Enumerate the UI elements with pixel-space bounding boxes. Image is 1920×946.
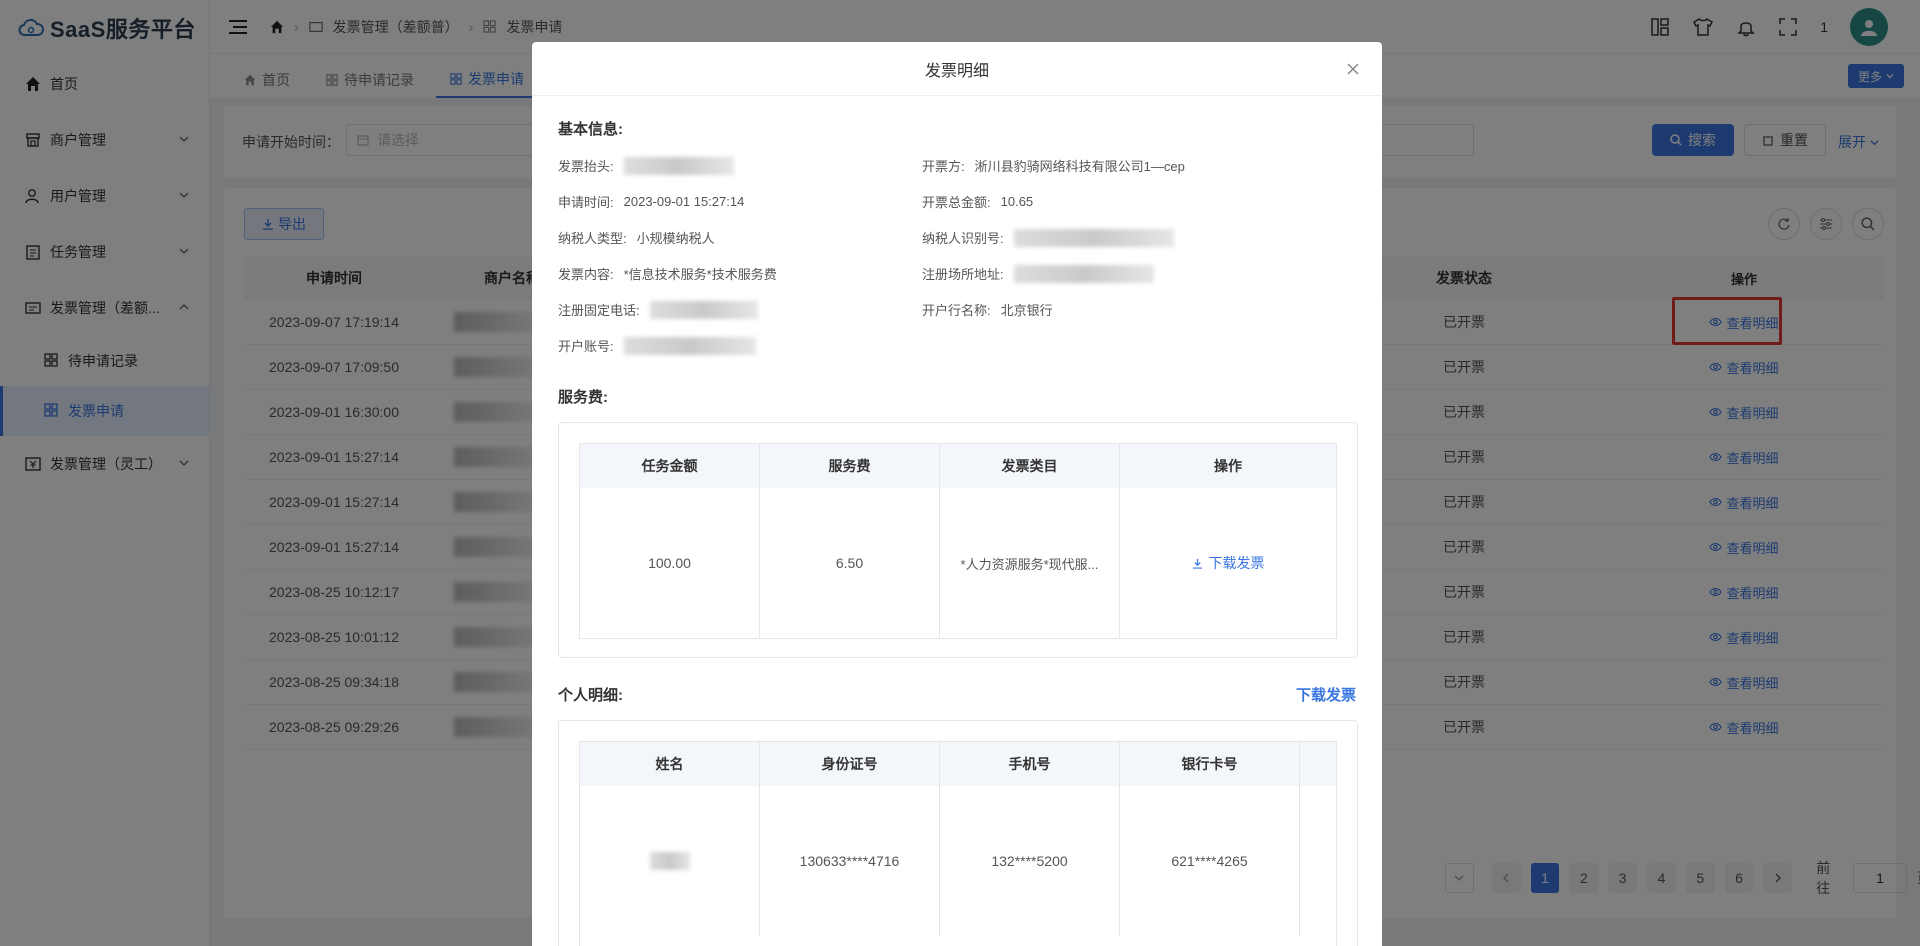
redacted-value xyxy=(623,336,756,355)
td-category: *人力资源服务*现代服... xyxy=(940,488,1120,638)
field-label: 发票内容: xyxy=(558,267,614,282)
td-phone: 132****5200 xyxy=(940,786,1120,936)
redacted-value xyxy=(1013,264,1154,283)
service-fee-title: 服务费: xyxy=(558,389,608,406)
invoice-detail-modal: 发票明细 基本信息: 发票抬头: 开票方: 淅川县豹骑网络科技有限公司1—cep… xyxy=(532,42,1382,946)
td-extra xyxy=(1300,786,1336,936)
modal-title: 发票明细 xyxy=(924,62,989,80)
field-total: 开票总金额: 10.65 xyxy=(922,192,1033,211)
download-icon xyxy=(1192,558,1202,569)
personal-table-header: 姓名 身份证号 手机号 银行卡号 xyxy=(580,742,1336,786)
field-label: 纳税人识别号: xyxy=(922,231,1004,246)
field-value: *信息技术服务*技术服务费 xyxy=(623,267,777,282)
th-task-amount: 任务金额 xyxy=(580,444,760,488)
personal-detail-title: 个人明细: xyxy=(558,687,623,704)
field-apply-time: 申请时间: 2023-09-01 15:27:14 xyxy=(558,192,744,211)
field-bank: 开户行名称: 北京银行 xyxy=(922,300,1053,319)
download-invoice-link[interactable]: 下载发票 xyxy=(1120,488,1336,638)
field-label: 发票抬头: xyxy=(558,159,614,174)
td-card-number: 621****4265 xyxy=(1120,786,1300,936)
th-service-fee: 服务费 xyxy=(760,444,940,488)
modal-body: 基本信息: 发票抬头: 开票方: 淅川县豹骑网络科技有限公司1—cep 申请时间… xyxy=(532,96,1382,946)
service-table-header: 任务金额 服务费 发票类目 操作 xyxy=(580,444,1336,488)
field-label: 开户行名称: xyxy=(922,303,991,318)
th-id-number: 身份证号 xyxy=(760,742,940,786)
close-icon[interactable] xyxy=(1344,60,1362,78)
redacted-value xyxy=(1013,228,1174,247)
field-issuer: 开票方: 淅川县豹骑网络科技有限公司1—cep xyxy=(922,156,1185,175)
personal-detail-card: 姓名 身份证号 手机号 银行卡号 130633****4716 132****5… xyxy=(558,720,1358,946)
redacted-value xyxy=(623,156,734,175)
field-label: 注册场所地址: xyxy=(922,267,1004,282)
td-service-fee: 6.50 xyxy=(760,488,940,638)
th-card-number: 银行卡号 xyxy=(1120,742,1300,786)
service-fee-table: 任务金额 服务费 发票类目 操作 100.00 6.50 *人力资源服务*现代服… xyxy=(579,443,1337,639)
field-value: 北京银行 xyxy=(1000,303,1053,318)
td-id-number: 130633****4716 xyxy=(760,786,940,936)
field-value: 10.65 xyxy=(1000,194,1034,209)
personal-detail-table: 姓名 身份证号 手机号 银行卡号 130633****4716 132****5… xyxy=(579,741,1337,946)
field-account: 开户账号: xyxy=(558,336,756,355)
redacted-value xyxy=(649,300,758,319)
field-taxpayer-type: 纳税人类型: 小规模纳税人 xyxy=(558,228,715,247)
redacted-value xyxy=(649,852,690,870)
field-value: 淅川县豹骑网络科技有限公司1—cep xyxy=(974,159,1185,174)
th-op: 操作 xyxy=(1214,458,1242,474)
service-fee-card: 任务金额 服务费 发票类目 操作 100.00 6.50 *人力资源服务*现代服… xyxy=(558,422,1358,658)
basic-info-title: 基本信息: xyxy=(558,121,623,138)
field-taxpayer-id: 纳税人识别号: xyxy=(922,228,1174,247)
field-value: 2023-09-01 15:27:14 xyxy=(623,194,745,209)
field-value: 小规模纳税人 xyxy=(636,231,715,246)
personal-table-row: 130633****4716 132****5200 621****4265 xyxy=(580,786,1336,936)
modal-header: 发票明细 xyxy=(532,42,1382,96)
field-invoice-title: 发票抬头: xyxy=(558,156,734,175)
th-phone: 手机号 xyxy=(940,742,1120,786)
field-label: 开票方: xyxy=(922,159,965,174)
th-name: 姓名 xyxy=(580,742,760,786)
field-label: 纳税人类型: xyxy=(558,231,627,246)
td-name xyxy=(580,786,760,936)
field-label: 申请时间: xyxy=(558,195,614,210)
field-label: 注册固定电话: xyxy=(558,303,640,318)
field-content: 发票内容: *信息技术服务*技术服务费 xyxy=(558,264,777,283)
field-label: 开票总金额: xyxy=(922,195,991,210)
personal-download-link[interactable]: 下载发票 xyxy=(1296,684,1356,705)
th-extra xyxy=(1300,742,1336,786)
field-phone: 注册固定电话: xyxy=(558,300,758,319)
download-label: 下载发票 xyxy=(1208,555,1265,571)
field-address: 注册场所地址: xyxy=(922,264,1154,283)
service-table-row: 100.00 6.50 *人力资源服务*现代服... 下载发票 xyxy=(580,488,1336,638)
th-category: 发票类目 xyxy=(940,444,1120,488)
td-task-amount: 100.00 xyxy=(580,488,760,638)
field-label: 开户账号: xyxy=(558,339,614,354)
